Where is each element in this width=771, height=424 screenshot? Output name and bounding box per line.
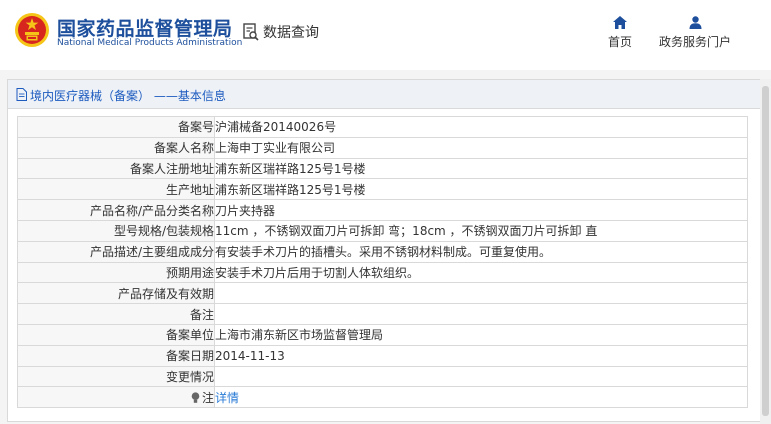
table-row: 备案日期 2014-11-13 [17, 344, 748, 367]
table-row: 备案号 沪浦械备20140026号 [17, 116, 748, 138]
row-value [214, 282, 748, 305]
row-value: 浦东新区瑞祥路125号1号楼 [214, 178, 748, 201]
row-label: 注 [201, 390, 214, 405]
table-row: 变更情况 [17, 365, 748, 388]
row-value: 刀片夹持器 [214, 199, 748, 221]
note-label-cell: 注 [17, 386, 215, 409]
table-row: 注 详情 [17, 386, 748, 409]
row-value: 沪浦械备20140026号 [214, 116, 748, 138]
panel-title: 境内医疗器械（备案） ——基本信息 [30, 89, 226, 103]
info-table: 备案号 沪浦械备20140026号 备案人名称 上海申丁实业有限公司 备案人注册… [17, 116, 748, 409]
table-row: 生产地址 浦东新区瑞祥路125号1号楼 [17, 178, 748, 201]
table-row: 型号规格/包装规格 11cm ，不锈钢双面刀片可拆卸 弯；18cm ，不锈钢双面… [17, 219, 748, 242]
basic-info-panel: 境内医疗器械（备案） ——基本信息 备案号 沪浦械备20140026号 备案人名… [7, 79, 769, 422]
row-label: 产品存储及有效期 [17, 282, 215, 305]
nav-home[interactable]: 首页 [600, 16, 640, 50]
table-row: 产品存储及有效期 [17, 282, 748, 305]
table-row: 备案单位 上海市浦东新区市场监督管理局 [17, 323, 748, 346]
row-label: 产品名称/产品分类名称 [17, 199, 215, 221]
row-label: 生产地址 [17, 178, 215, 201]
table-row: 备注 [17, 303, 748, 325]
lightbulb-icon [191, 392, 200, 403]
row-value: 安装手术刀片后用于切割人体软组织。 [214, 261, 748, 284]
row-label: 备注 [17, 303, 215, 325]
row-value [214, 365, 748, 388]
row-value: 2014-11-13 [214, 344, 748, 367]
row-value: 上海市浦东新区市场监督管理局 [214, 323, 748, 346]
row-value [214, 303, 748, 325]
table-row: 预期用途 安装手术刀片后用于切割人体软组织。 [17, 261, 748, 284]
table-row: 产品描述/主要组成成分 有安装手术刀片的插槽头。采用不锈钢材料制成。可重复使用。 [17, 240, 748, 263]
nav-gov-service-portal[interactable]: 政务服务门户 [652, 16, 738, 50]
row-value: 11cm ，不锈钢双面刀片可拆卸 弯；18cm ，不锈钢双面刀片可拆卸 直 [214, 219, 748, 242]
details-link[interactable]: 详情 [214, 386, 748, 409]
home-icon [613, 16, 627, 29]
document-search-icon [243, 23, 259, 41]
row-label: 备案人名称 [17, 136, 215, 159]
row-label: 产品描述/主要组成成分 [17, 240, 215, 263]
panel-title-bar: 境内医疗器械（备案） ——基本信息 [8, 80, 768, 109]
row-label: 型号规格/包装规格 [17, 219, 215, 242]
row-value: 浦东新区瑞祥路125号1号楼 [214, 157, 748, 180]
data-query-label: 数据查询 [263, 25, 319, 41]
row-label: 备案号 [17, 116, 215, 138]
row-value: 上海申丁实业有限公司 [214, 136, 748, 159]
table-row: 备案人名称 上海申丁实业有限公司 [17, 136, 748, 159]
row-value: 有安装手术刀片的插槽头。采用不锈钢材料制成。可重复使用。 [214, 240, 748, 263]
scrollbar-thumb[interactable] [762, 86, 769, 416]
document-icon [16, 88, 27, 101]
row-label: 备案日期 [17, 344, 215, 367]
table-row: 产品名称/产品分类名称 刀片夹持器 [17, 199, 748, 221]
table-row: 备案人注册地址 浦东新区瑞祥路125号1号楼 [17, 157, 748, 180]
site-header: 国家药品监督管理局 National Medical Products Admi… [0, 0, 771, 70]
row-label: 备案单位 [17, 323, 215, 346]
site-subtitle: National Medical Products Administration [57, 38, 243, 48]
site-title: 国家药品监督管理局 [57, 18, 233, 40]
national-emblem-icon [15, 13, 49, 47]
row-label: 变更情况 [17, 365, 215, 388]
data-query-link[interactable]: 数据查询 [243, 22, 319, 42]
row-label: 预期用途 [17, 261, 215, 284]
user-icon [689, 16, 701, 29]
row-label: 备案人注册地址 [17, 157, 215, 180]
nav-gov-label: 政务服务门户 [658, 35, 731, 49]
nav-home-label: 首页 [607, 35, 632, 49]
